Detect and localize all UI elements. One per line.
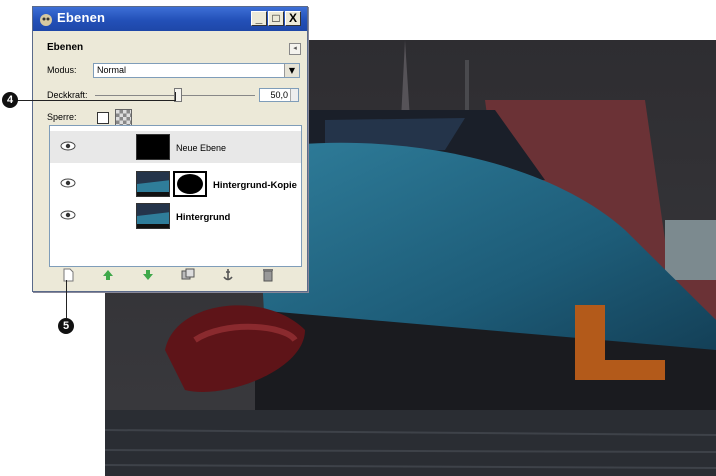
delete-layer-icon[interactable] [261, 268, 275, 282]
layer-thumbnail[interactable] [136, 203, 170, 229]
opacity-input[interactable]: 50,0 [259, 88, 299, 102]
mode-select[interactable]: Normal ▼ [93, 63, 300, 78]
layer-name: Hintergrund [176, 212, 231, 223]
title-bar[interactable]: Ebenen _ □ X [33, 7, 307, 31]
lock-alpha-icon[interactable] [115, 109, 132, 126]
eye-icon[interactable] [60, 141, 76, 151]
callout-line [175, 92, 176, 101]
minimize-button[interactable]: _ [251, 11, 267, 26]
chevron-down-icon[interactable]: ▼ [284, 64, 299, 77]
raise-layer-icon[interactable] [101, 268, 115, 282]
gimp-app-icon [40, 14, 52, 26]
layer-name: Neue Ebene [176, 143, 227, 153]
callout-line [10, 100, 175, 101]
opacity-value: 50,0 [270, 90, 288, 100]
anchor-layer-icon[interactable] [221, 268, 235, 282]
new-layer-icon[interactable] [61, 268, 75, 282]
callout-badge-new-layer: 5 [58, 318, 74, 334]
panel-menu-icon[interactable]: ◂ [289, 43, 301, 55]
layer-row[interactable]: Neue Ebene [50, 131, 301, 163]
layers-dialog: Ebenen _ □ X Ebenen ◂ Modus: Normal ▼ De… [32, 6, 308, 292]
layer-toolbar [49, 265, 300, 287]
mode-value: Normal [97, 65, 127, 75]
close-button[interactable]: X [285, 11, 301, 26]
panel-title: Ebenen [47, 42, 84, 53]
layer-mask-thumbnail[interactable] [173, 171, 207, 197]
lower-layer-icon[interactable] [141, 268, 155, 282]
opacity-label: Deckkraft: [47, 90, 88, 100]
layer-thumbnail[interactable] [136, 171, 170, 197]
eye-icon[interactable] [60, 210, 76, 220]
mode-label: Modus: [47, 65, 77, 75]
window-title: Ebenen [57, 10, 106, 25]
lock-label: Sperre: [47, 112, 77, 122]
spin-button[interactable] [290, 89, 298, 101]
layer-list: Neue Ebene Hintergrund-Kopie Hintergrund [49, 125, 302, 267]
eye-icon[interactable] [60, 178, 76, 188]
maximize-button[interactable]: □ [268, 11, 284, 26]
layer-name: Hintergrund-Kopie [213, 180, 297, 191]
callout-line [66, 280, 67, 318]
layer-thumbnail[interactable] [136, 134, 170, 160]
duplicate-layer-icon[interactable] [181, 268, 195, 282]
layer-row[interactable]: Hintergrund-Kopie [50, 168, 301, 200]
layer-row[interactable]: Hintergrund [50, 200, 301, 232]
lock-pixels-checkbox[interactable] [97, 112, 109, 124]
callout-badge-opacity: 4 [2, 92, 18, 108]
